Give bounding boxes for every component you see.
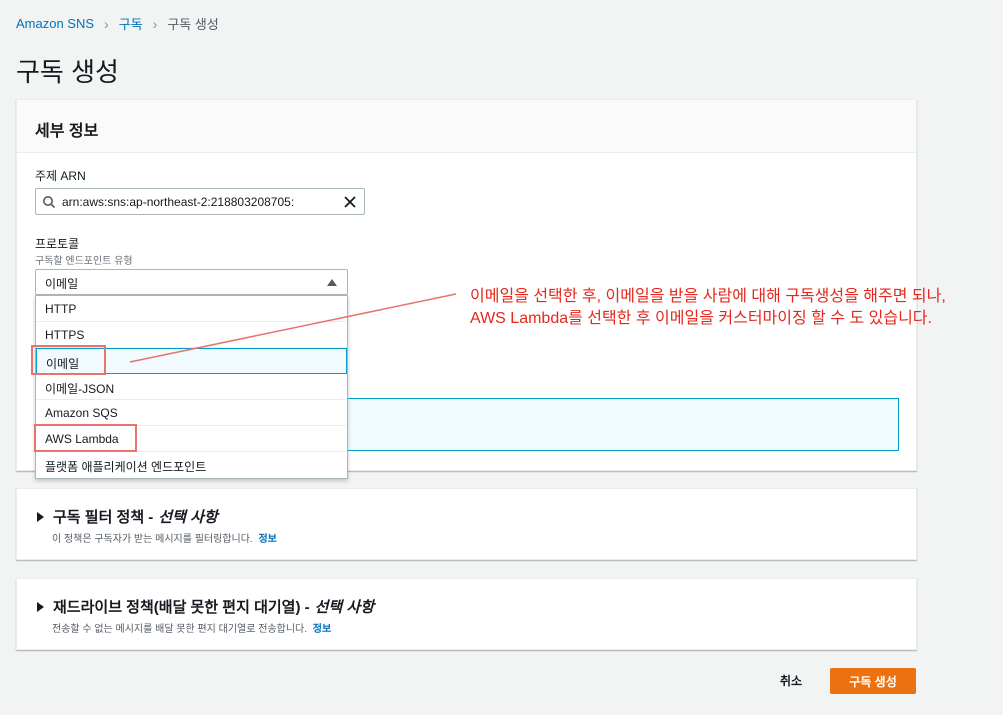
- annotation-text: 이메일을 선택한 후, 이메일을 받을 사람에 대해 구독생성을 해주면 되나,…: [470, 286, 946, 330]
- annotation-line-1: 이메일을 선택한 후, 이메일을 받을 사람에 대해 구독생성을 해주면 되나,: [470, 288, 946, 305]
- annotation-arrow: [129, 293, 457, 363]
- annotation-box-lambda: [34, 424, 137, 452]
- annotation-box-email: [31, 345, 106, 375]
- annotation-line-2: AWS Lambda를 선택한 후 이메일을 커스터마이징 할 수 도 있습니다…: [470, 310, 932, 327]
